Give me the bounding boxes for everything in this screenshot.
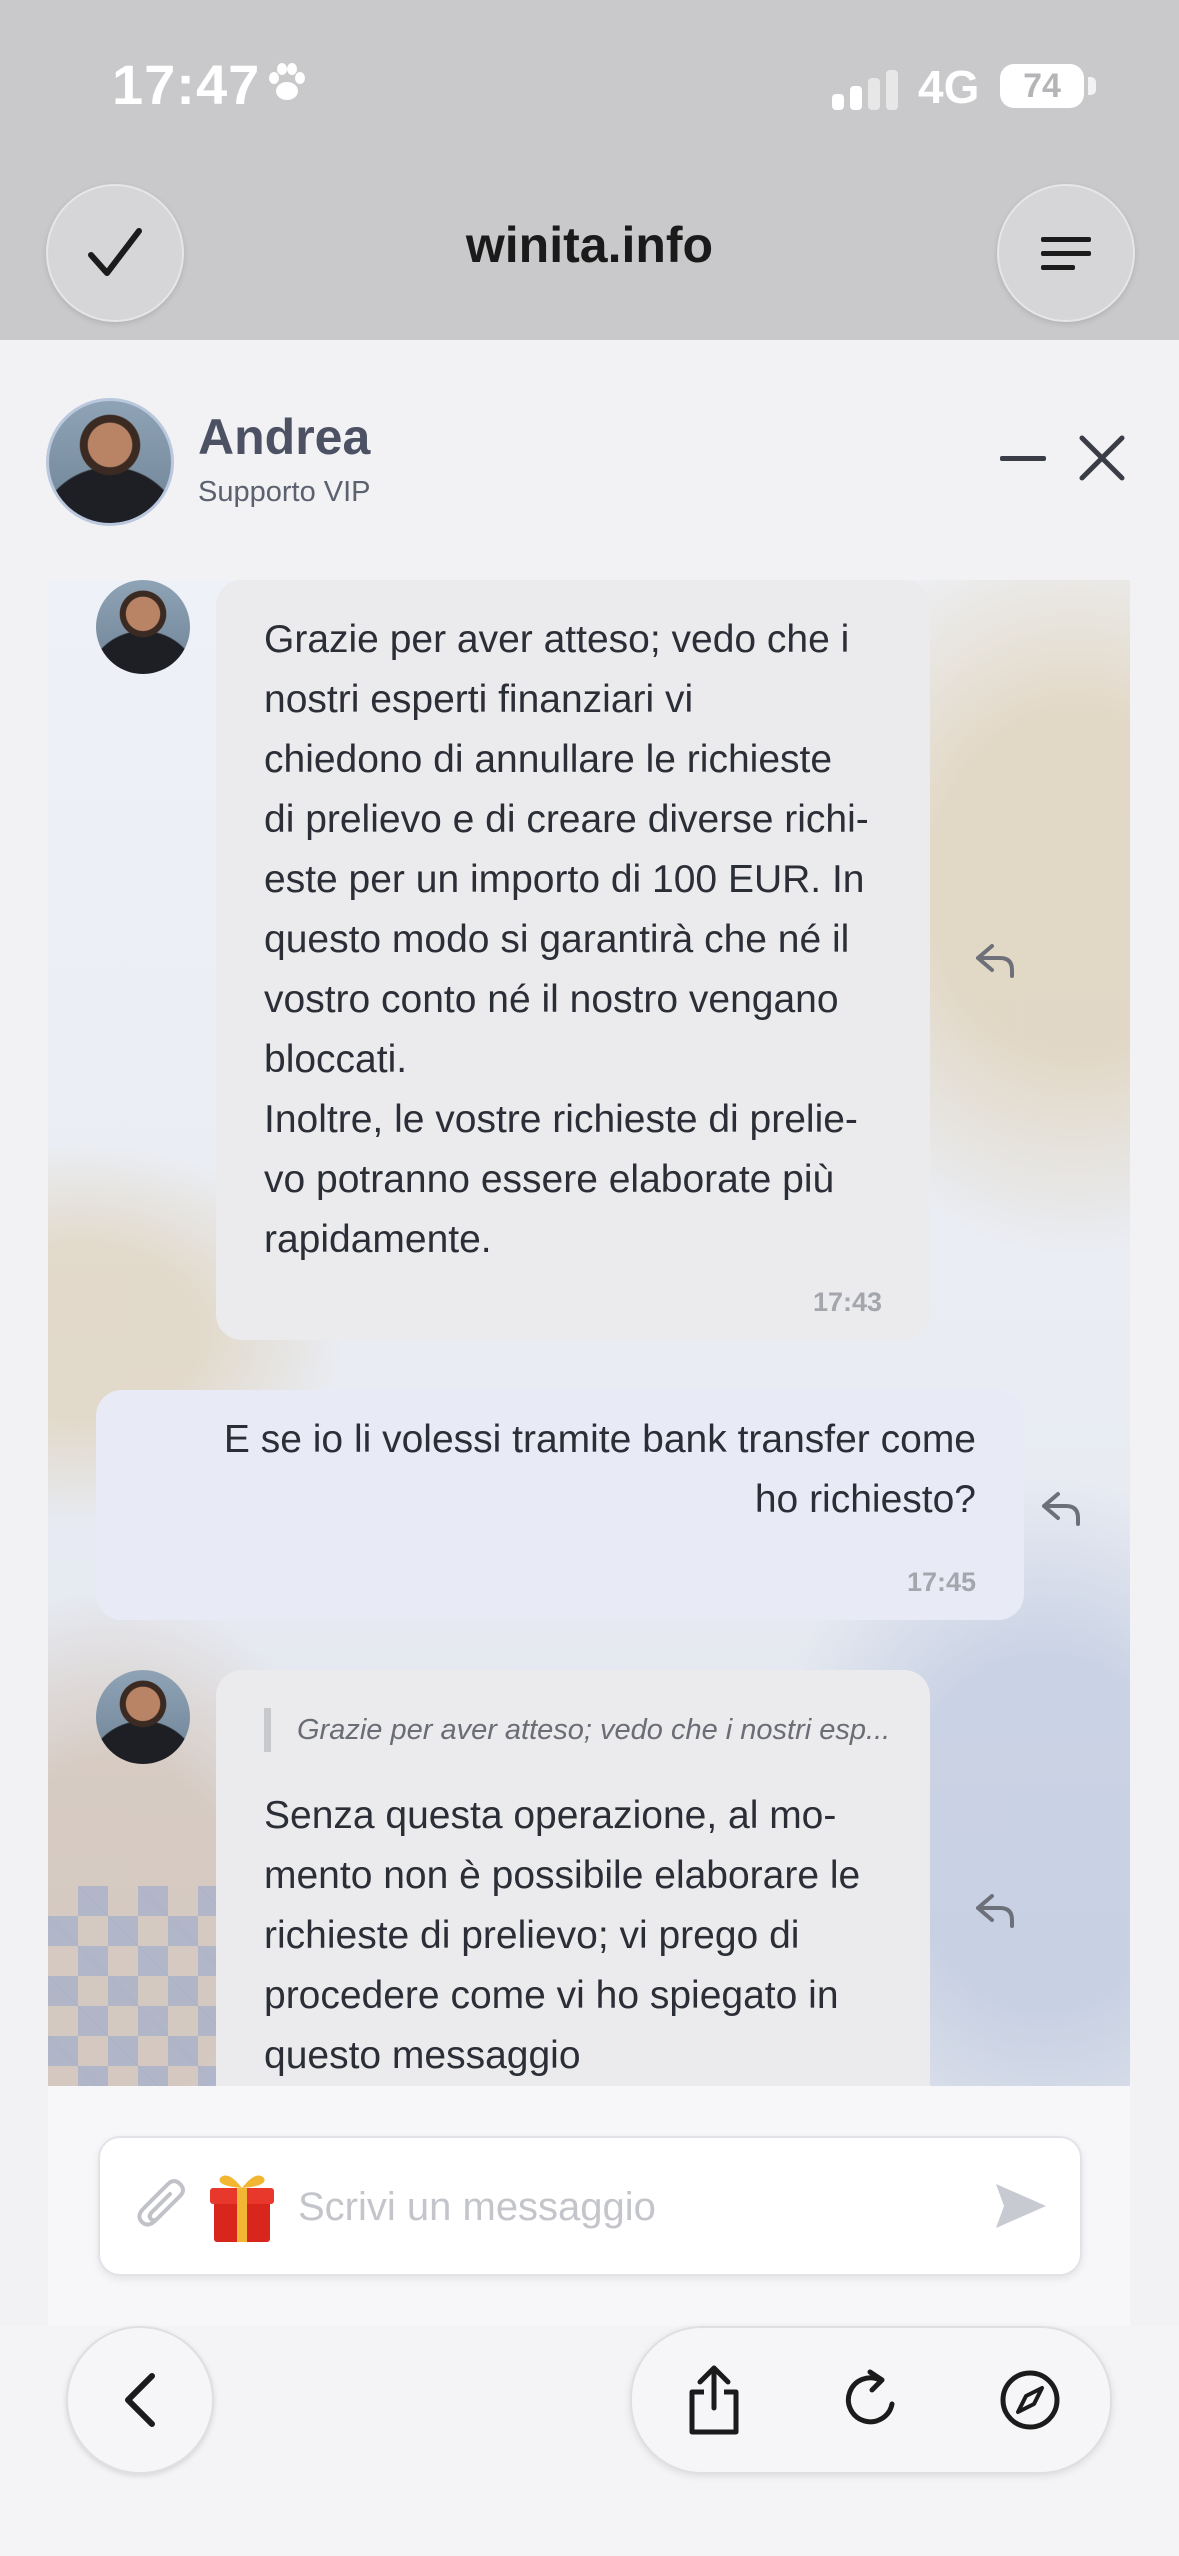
send-icon[interactable] xyxy=(992,2178,1050,2234)
reply-icon[interactable] xyxy=(1040,1488,1084,1528)
chat-header: Andrea Supporto VIP xyxy=(0,340,1179,580)
background-pattern xyxy=(48,1886,218,2086)
close-icon[interactable] xyxy=(1076,432,1128,484)
battery-nub xyxy=(1088,77,1096,95)
message-outgoing: E se io li volessi tramite bank transfer… xyxy=(96,1390,1024,1620)
paperclip-icon[interactable] xyxy=(136,2178,190,2236)
browser-actions xyxy=(630,2326,1112,2474)
back-button[interactable] xyxy=(66,2326,214,2474)
compass-button[interactable] xyxy=(990,2360,1070,2440)
battery-icon: 74 xyxy=(1000,64,1084,108)
message-incoming: Grazie per aver atteso; vedo che i nostr… xyxy=(216,580,930,1340)
browser-bottom-bar xyxy=(0,2326,1179,2556)
menu-button[interactable] xyxy=(997,184,1135,322)
browser-top-bar: 17:47 4G 74 winita.info xyxy=(0,0,1179,340)
message-text: Senza questa operazione, al mo- mento no… xyxy=(264,1794,861,2077)
compass-icon xyxy=(1000,2370,1060,2430)
message-time: 17:43 xyxy=(812,1287,882,1317)
agent-avatar xyxy=(46,398,174,526)
signal-icon xyxy=(832,66,902,110)
agent-role: Supporto VIP xyxy=(198,476,371,508)
message-incoming: Grazie per aver atteso; vedo che i nostr… xyxy=(216,1670,930,2086)
quoted-message[interactable]: Grazie per aver atteso; vedo che i nostr… xyxy=(264,1708,917,1752)
minimize-button[interactable] xyxy=(1000,456,1046,461)
share-icon xyxy=(689,2365,739,2435)
reply-icon[interactable] xyxy=(974,1890,1018,1930)
agent-name: Andrea xyxy=(198,409,371,465)
message-input-box[interactable] xyxy=(98,2136,1082,2276)
reply-icon[interactable] xyxy=(974,940,1018,980)
network-type: 4G xyxy=(918,61,980,113)
agent-avatar-small xyxy=(96,1670,190,1764)
menu-icon xyxy=(1041,237,1091,270)
message-text: Grazie per aver atteso; vedo che i nostr… xyxy=(264,618,869,1261)
composer xyxy=(48,2086,1130,2326)
gift-icon[interactable] xyxy=(206,2168,278,2244)
message-time: 17:45 xyxy=(906,1567,976,1597)
message-input[interactable] xyxy=(296,2172,950,2242)
chat-messages[interactable]: Grazie per aver atteso; vedo che i nostr… xyxy=(48,580,1130,2086)
reload-button[interactable] xyxy=(832,2360,912,2440)
share-button[interactable] xyxy=(674,2360,754,2440)
chevron-left-icon xyxy=(125,2373,155,2427)
message-text: E se io li volessi tramite bank transfer… xyxy=(223,1418,976,1521)
paw-icon xyxy=(269,63,305,100)
status-time: 17:47 xyxy=(112,53,261,116)
agent-avatar-small xyxy=(96,580,190,674)
reload-icon xyxy=(845,2369,895,2425)
